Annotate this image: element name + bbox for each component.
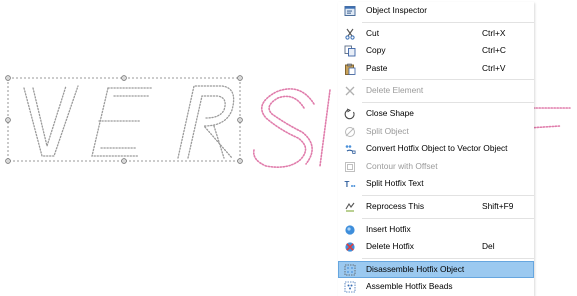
menu-item-label: Split Object: [366, 125, 409, 136]
menu-item-insert-hotfix[interactable]: Insert Hotfix: [338, 221, 534, 239]
menu-item-label: Contour with Offset: [366, 160, 438, 171]
disassemble-icon: [344, 264, 356, 276]
split-icon: [344, 126, 356, 138]
insert-hotfix-icon: [344, 224, 356, 236]
paste-icon: [344, 63, 356, 75]
context-menu[interactable]: Object Inspector Cut Ctrl+X Copy Ctrl+C Paste…: [338, 2, 534, 296]
menu-separator: [362, 101, 534, 103]
menu-item-label: Cut: [366, 27, 380, 38]
menu-item-reprocess-this[interactable]: Reprocess This Shift+F9: [338, 198, 534, 216]
convert-icon: [344, 143, 356, 155]
selection-handles[interactable]: [5, 75, 243, 164]
menu-item-label: Reprocess This: [366, 200, 425, 211]
delete-x-icon: [344, 85, 356, 97]
menu-item-close-shape[interactable]: Close Shape: [338, 105, 534, 123]
menu-separator: [362, 194, 534, 196]
menu-separator: [362, 217, 534, 219]
menu-item-label: Paste: [366, 62, 388, 73]
menu-item-label: Split Hotfix Text: [366, 178, 424, 189]
menu-item-contour-offset: Contour with Offset: [338, 158, 534, 176]
menu-item-split-hotfix-text[interactable]: T Split Hotfix Text: [338, 175, 534, 193]
menu-item-assemble-beads[interactable]: Assemble Hotfix Beads: [338, 278, 534, 296]
menu-item-shortcut: Ctrl+V: [482, 62, 506, 73]
menu-item-label: Close Shape: [366, 107, 414, 118]
menu-item-label: Convert Hotfix Object to Vector Object: [366, 143, 508, 154]
menu-item-split-object: Split Object: [338, 123, 534, 141]
assemble-icon: [344, 281, 356, 293]
menu-item-delete-element: Delete Element: [338, 82, 534, 100]
copy-icon: [344, 45, 356, 57]
menu-separator: [362, 257, 534, 259]
close-shape-icon: [344, 108, 356, 120]
menu-item-label: Delete Element: [366, 85, 424, 96]
menu-item-shortcut: Shift+F9: [482, 200, 514, 211]
reprocess-icon: [344, 201, 356, 213]
menu-item-label: Disassemble Hotfix Object: [366, 263, 465, 274]
svg-text:T: T: [345, 180, 350, 189]
menu-item-shortcut: Ctrl+X: [482, 27, 506, 38]
selection-box[interactable]: [7, 77, 241, 162]
menu-item-disassemble-hotfix[interactable]: Disassemble Hotfix Object: [338, 260, 534, 279]
split-text-icon: T: [344, 178, 356, 190]
menu-item-label: Insert Hotfix: [366, 223, 411, 234]
menu-separator: [362, 21, 534, 23]
menu-item-convert-hotfix[interactable]: Convert Hotfix Object to Vector Object: [338, 140, 534, 158]
delete-hotfix-icon: [344, 241, 356, 253]
menu-item-label: Copy: [366, 45, 386, 56]
hotfix-text-gray[interactable]: [23, 85, 235, 159]
menu-item-object-inspector[interactable]: Object Inspector: [338, 2, 534, 20]
menu-separator: [362, 79, 534, 81]
menu-item-cut[interactable]: Cut Ctrl+X: [338, 25, 534, 43]
contour-icon: [344, 161, 356, 173]
menu-item-copy[interactable]: Copy Ctrl+C: [338, 42, 534, 60]
scissors-icon: [344, 28, 356, 40]
menu-item-shortcut: Ctrl+C: [482, 45, 506, 56]
menu-item-label: Object Inspector: [366, 5, 427, 15]
menu-item-label: Assemble Hotfix Beads: [366, 281, 453, 292]
menu-item-paste[interactable]: Paste Ctrl+V: [338, 60, 534, 78]
inspector-icon: [344, 5, 356, 17]
